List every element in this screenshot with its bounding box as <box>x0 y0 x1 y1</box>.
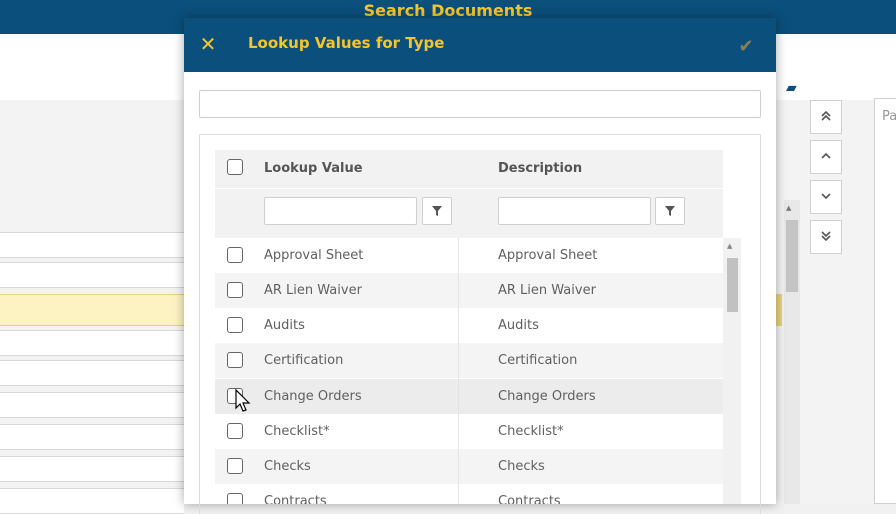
table-row[interactable]: Certification Certification <box>215 343 723 378</box>
result-row[interactable] <box>0 232 184 258</box>
table-row[interactable]: Checks Checks <box>215 449 723 484</box>
table-row[interactable]: AR Lien Waiver AR Lien Waiver <box>215 273 723 308</box>
description-cell: Change Orders <box>498 389 596 404</box>
double-chevron-up-icon <box>820 110 832 125</box>
funnel-icon <box>431 202 443 221</box>
column-header-description[interactable]: Description <box>498 161 582 176</box>
lookup-value-cell: Audits <box>264 318 305 333</box>
funnel-icon <box>664 202 676 221</box>
move-up-button[interactable] <box>810 140 842 174</box>
chevron-down-icon <box>820 190 832 205</box>
move-first-button[interactable] <box>810 100 842 134</box>
close-icon: ✕ <box>199 32 217 56</box>
confirm-button[interactable]: ✔ <box>734 34 758 58</box>
scroll-up-arrow-icon[interactable]: ▲ <box>786 204 791 212</box>
preview-panel-label: Pa <box>882 109 896 124</box>
close-button[interactable]: ✕ <box>196 32 220 56</box>
double-chevron-down-icon <box>820 230 832 245</box>
description-filter-button[interactable] <box>655 197 685 225</box>
checkmark-icon: ✔ <box>738 35 754 57</box>
row-checkbox[interactable] <box>227 458 243 474</box>
preview-panel: Pa <box>874 98 896 504</box>
result-row[interactable] <box>0 262 184 288</box>
column-divider <box>458 238 459 504</box>
description-cell: Contracts <box>498 494 561 504</box>
lookup-value-cell: Approval Sheet <box>264 248 364 263</box>
row-checkbox[interactable] <box>227 282 243 298</box>
lookup-values-modal: ✕ Lookup Values for Type ✔ Lookup Value … <box>184 18 776 514</box>
lookup-value-cell: AR Lien Waiver <box>264 283 362 298</box>
description-filter-input[interactable] <box>498 197 651 225</box>
table-row[interactable]: Contracts Contracts <box>215 484 723 504</box>
result-row-selected[interactable] <box>0 294 184 326</box>
modal-header: ✕ Lookup Values for Type ✔ <box>184 18 776 72</box>
result-row[interactable] <box>0 392 184 418</box>
lookup-value-cell: Checklist* <box>264 424 330 439</box>
eraser-icon[interactable]: ▰ <box>786 80 797 96</box>
grid-scrollbar-thumb[interactable] <box>727 258 738 312</box>
chevron-up-icon <box>820 150 832 165</box>
lookup-value-cell: Contracts <box>264 494 327 504</box>
header-divider <box>215 188 723 189</box>
lookup-value-cell: Change Orders <box>264 389 362 404</box>
lookup-value-cell: Checks <box>264 459 311 474</box>
result-row[interactable] <box>0 424 184 450</box>
description-cell: Approval Sheet <box>498 248 598 263</box>
scroll-up-arrow-icon[interactable]: ▲ <box>727 242 732 250</box>
lookup-value-filter-input[interactable] <box>264 197 417 225</box>
row-checkbox[interactable] <box>227 352 243 368</box>
table-row[interactable]: Approval Sheet Approval Sheet <box>215 238 723 273</box>
row-checkbox[interactable] <box>227 247 243 263</box>
result-row[interactable] <box>0 360 184 386</box>
search-input[interactable] <box>199 90 761 118</box>
modal-title: Lookup Values for Type <box>248 34 445 52</box>
row-checkbox[interactable] <box>227 493 243 504</box>
description-cell: AR Lien Waiver <box>498 283 596 298</box>
row-checkbox[interactable] <box>227 317 243 333</box>
row-checkbox[interactable] <box>227 423 243 439</box>
description-cell: Certification <box>498 353 578 368</box>
list-scrollbar-thumb[interactable] <box>786 220 798 292</box>
select-all-checkbox[interactable] <box>227 159 243 175</box>
lookup-value-filter-button[interactable] <box>422 197 452 225</box>
result-row[interactable] <box>0 330 184 356</box>
selected-row-edge <box>776 294 782 326</box>
table-row[interactable]: Change Orders Change Orders <box>215 379 723 414</box>
lookup-value-cell: Certification <box>264 353 344 368</box>
description-cell: Checks <box>498 459 545 474</box>
move-down-button[interactable] <box>810 180 842 214</box>
table-row[interactable]: Checklist* Checklist* <box>215 414 723 449</box>
grid-body: Approval Sheet Approval Sheet AR Lien Wa… <box>215 238 723 504</box>
move-last-button[interactable] <box>810 220 842 254</box>
column-header-lookup-value[interactable]: Lookup Value <box>264 161 363 176</box>
result-row[interactable] <box>0 488 184 514</box>
table-row[interactable]: Audits Audits <box>215 308 723 343</box>
description-cell: Audits <box>498 318 539 333</box>
result-row[interactable] <box>0 456 184 482</box>
description-cell: Checklist* <box>498 424 564 439</box>
mouse-cursor-icon <box>235 388 251 417</box>
